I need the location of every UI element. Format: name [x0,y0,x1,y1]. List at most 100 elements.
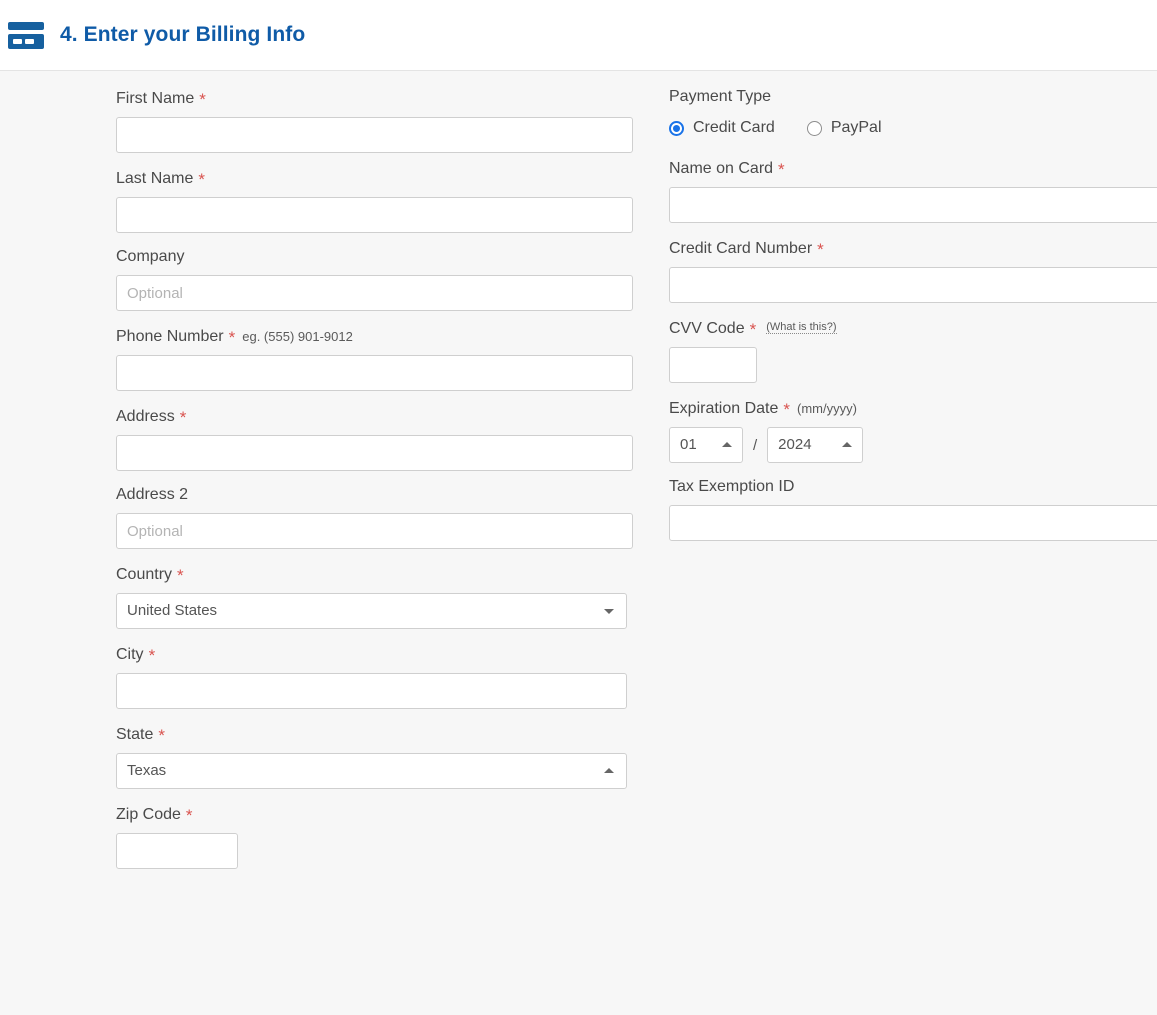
state-label-row: State * [116,725,633,745]
required-marker: * [148,646,156,665]
last-name-label-row: Last Name * [116,169,633,189]
radio-label-credit-card: Credit Card [693,119,775,136]
cvv-code-label-row: CVV Code * (What is this?) [669,319,1157,339]
tax-exemption-id-input[interactable] [669,505,1157,541]
required-marker: * [198,170,205,189]
field-name-on-card: Name on Card * [669,159,1157,223]
first-name-label: First Name [116,90,195,107]
radio-unselected-icon [806,120,822,136]
required-marker: * [778,160,785,179]
chevron-up-icon [604,768,614,773]
expiration-year-select[interactable]: 2024 [767,427,864,463]
company-label: Company [116,248,185,265]
last-name-input[interactable] [116,197,633,233]
chevron-down-icon [604,609,614,614]
chevron-up-icon [722,442,732,447]
field-first-name: First Name * [116,89,633,153]
credit-card-number-label-row: Credit Card Number * [669,239,1157,259]
radio-option-credit-card[interactable]: Credit Card [669,119,775,137]
cvv-code-label: CVV Code [669,320,745,337]
expiration-year-value: 2024 [778,436,812,453]
required-marker: * [185,806,193,825]
zip-code-label: Zip Code [116,806,181,823]
name-on-card-label-row: Name on Card * [669,159,1157,179]
field-tax-exemption-id: Tax Exemption ID [669,479,1157,541]
field-cvv-code: CVV Code * (What is this?) [669,319,1157,383]
zip-code-label-row: Zip Code * [116,805,633,825]
state-label: State [116,726,154,743]
required-marker: * [158,726,165,745]
company-input[interactable] [116,275,633,311]
address-label-row: Address * [116,407,633,427]
expiration-date-controls: 01 / 2024 [669,427,1157,463]
field-zip-code: Zip Code * [116,805,633,869]
required-marker: * [783,400,791,419]
city-label-row: City * [116,645,633,665]
cvv-help-link[interactable]: (What is this?) [766,322,837,334]
required-marker: * [228,328,236,347]
tax-exemption-id-label: Tax Exemption ID [669,478,795,495]
state-select[interactable]: Texas [116,753,627,789]
address2-label-row: Address 2 [116,487,633,503]
required-marker: * [179,408,187,427]
address-label: Address [116,408,175,425]
phone-number-label-row: Phone Number * eg. (555) 901-9012 [116,327,633,347]
expiration-month-select[interactable]: 01 [669,427,743,463]
tax-exemption-id-label-row: Tax Exemption ID [669,479,1157,495]
payment-type-label-row: Payment Type [669,89,1157,105]
credit-card-number-input[interactable] [669,267,1157,303]
field-credit-card-number: Credit Card Number * [669,239,1157,303]
field-company: Company [116,249,633,311]
first-name-label-row: First Name * [116,89,633,109]
field-phone-number: Phone Number * eg. (555) 901-9012 [116,327,633,391]
field-address2: Address 2 [116,487,633,549]
payment-type-radio-group: Credit Card PayPal [669,119,1157,137]
name-on-card-label: Name on Card [669,160,774,177]
credit-card-icon [8,21,44,49]
city-label: City [116,646,144,663]
address-input[interactable] [116,435,633,471]
state-selected-value: Texas [127,762,167,779]
country-select[interactable]: United States [116,593,627,629]
required-marker: * [177,566,184,585]
expiration-date-label-row: Expiration Date * (mm/yyyy) [669,399,1157,419]
city-input[interactable] [116,673,627,709]
chevron-up-icon [842,442,853,447]
billing-left-column: First Name * Last Name * Company Phone N… [116,89,633,885]
country-selected-value: United States [127,602,218,619]
expiration-date-label: Expiration Date [669,400,779,417]
phone-number-label: Phone Number [116,328,224,345]
address2-label: Address 2 [116,486,189,503]
payment-type-label: Payment Type [669,88,771,105]
page-header: 4. Enter your Billing Info [0,0,1157,71]
cvv-code-input[interactable] [669,347,757,383]
required-marker: * [199,90,206,109]
expiration-month-value: 01 [680,436,697,453]
field-payment-type: Payment Type Credit Card PayPal [669,89,1157,137]
required-marker: * [817,240,824,259]
field-state: State * Texas [116,725,633,789]
zip-code-input[interactable] [116,833,238,869]
radio-option-paypal[interactable]: PayPal [806,119,882,137]
name-on-card-input[interactable] [669,187,1157,223]
first-name-input[interactable] [116,117,633,153]
company-label-row: Company [116,249,633,265]
field-expiration-date: Expiration Date * (mm/yyyy) 01 / 2024 [669,399,1157,463]
billing-form: First Name * Last Name * Company Phone N… [0,71,1157,1015]
expiration-date-separator: / [753,436,758,454]
phone-number-hint: eg. (555) 901-9012 [242,329,353,344]
credit-card-number-label: Credit Card Number [669,240,813,257]
field-country: Country * United States [116,565,633,629]
field-address: Address * [116,407,633,471]
radio-selected-icon [669,120,684,136]
last-name-label: Last Name [116,170,194,187]
phone-number-input[interactable] [116,355,633,391]
radio-label-paypal: PayPal [830,119,882,136]
billing-right-column: Payment Type Credit Card PayPal Name on … [669,89,1157,557]
required-marker: * [749,320,757,339]
expiration-date-format-hint: (mm/yyyy) [797,401,857,416]
country-label: Country [116,566,173,583]
field-last-name: Last Name * [116,169,633,233]
country-label-row: Country * [116,565,633,585]
address2-input[interactable] [116,513,633,549]
